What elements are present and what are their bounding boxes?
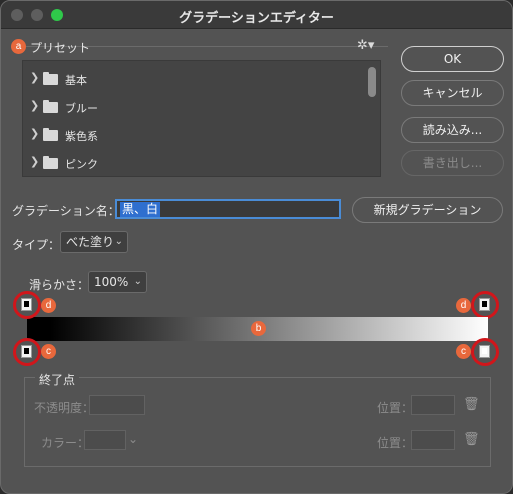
new-gradient-button[interactable]: 新規グラデーション (352, 197, 503, 223)
load-button[interactable]: 読み込み... (401, 117, 504, 143)
folder-icon (43, 100, 58, 113)
annotation-badge-a: a (11, 39, 26, 54)
color-swatch[interactable] (84, 430, 126, 450)
smoothness-select[interactable]: 100% ⌄ (88, 271, 147, 293)
color-location-input[interactable] (411, 430, 455, 450)
preset-scrollbar[interactable] (368, 67, 376, 97)
color-location-label: 位置： (377, 436, 414, 450)
preset-item-label: ピンク (65, 158, 98, 171)
gradient-name-label: グラデーション名： (12, 204, 120, 218)
chevron-right-icon[interactable]: ❯ (30, 155, 39, 168)
chevron-right-icon[interactable]: ❯ (30, 71, 39, 84)
export-button[interactable]: 書き出し... (401, 150, 504, 176)
type-value: べた塗り (66, 235, 115, 249)
endpoint-title: 終了点 (35, 371, 80, 388)
trash-icon[interactable]: 🗑 (463, 397, 480, 412)
opacity-location-label: 位置： (377, 401, 414, 415)
gradient-name-input[interactable]: 黒、白 (115, 199, 341, 219)
highlight-ring (13, 291, 41, 319)
gradient-name-value: 黒、白 (120, 202, 161, 217)
opacity-location-input[interactable] (411, 395, 455, 415)
folder-icon (43, 128, 58, 141)
trash-icon[interactable]: 🗑 (463, 432, 480, 447)
gradient-editor-window: グラデーションエディター a プリセット ✲▾ ❯ 基本 ❯ ブルー ❯ 紫色系… (0, 0, 513, 494)
preset-item-basic[interactable]: ❯ 基本 (23, 64, 363, 92)
preset-item-purple[interactable]: ❯ 紫色系 (23, 120, 363, 148)
smoothness-value: 100% (94, 275, 129, 289)
type-label: タイプ： (12, 238, 61, 252)
chevron-right-icon[interactable]: ❯ (30, 127, 39, 140)
preset-label: プリセット (30, 41, 91, 55)
annotation-badge-c: c (456, 344, 471, 359)
color-label: カラー： (41, 436, 90, 450)
window-title: グラデーションエディター (179, 11, 334, 26)
preset-item-label: ブルー (65, 102, 98, 115)
opacity-input[interactable] (89, 395, 145, 415)
annotation-badge-b: b (251, 321, 266, 336)
ok-button[interactable]: OK (401, 46, 504, 72)
smoothness-label: 滑らかさ： (29, 278, 90, 292)
title-bar: グラデーションエディター (1, 1, 512, 29)
preset-list[interactable]: ❯ 基本 ❯ ブルー ❯ 紫色系 ❯ ピンク (22, 60, 381, 177)
highlight-ring (471, 338, 499, 366)
annotation-badge-d: d (456, 298, 471, 313)
annotation-badge-c: c (41, 344, 56, 359)
opacity-label: 不透明度： (34, 401, 95, 415)
chevron-right-icon[interactable]: ❯ (30, 99, 39, 112)
endpoint-group (24, 377, 491, 467)
gear-icon[interactable]: ✲▾ (357, 38, 374, 53)
chevron-down-icon: ⌄ (114, 236, 123, 247)
highlight-ring (13, 338, 41, 366)
folder-icon (43, 72, 58, 85)
preset-item-blue[interactable]: ❯ ブルー (23, 92, 363, 120)
preset-item-label: 基本 (65, 74, 87, 87)
chevron-down-icon[interactable]: ⌄ (128, 432, 138, 446)
highlight-ring (471, 291, 499, 319)
annotation-badge-d: d (41, 298, 56, 313)
folder-icon (43, 156, 58, 169)
type-select[interactable]: べた塗り ⌄ (60, 231, 128, 253)
cancel-button[interactable]: キャンセル (401, 80, 504, 106)
chevron-down-icon: ⌄ (133, 276, 142, 287)
preset-item-label: 紫色系 (65, 130, 98, 143)
preset-item-pink[interactable]: ❯ ピンク (23, 148, 363, 176)
